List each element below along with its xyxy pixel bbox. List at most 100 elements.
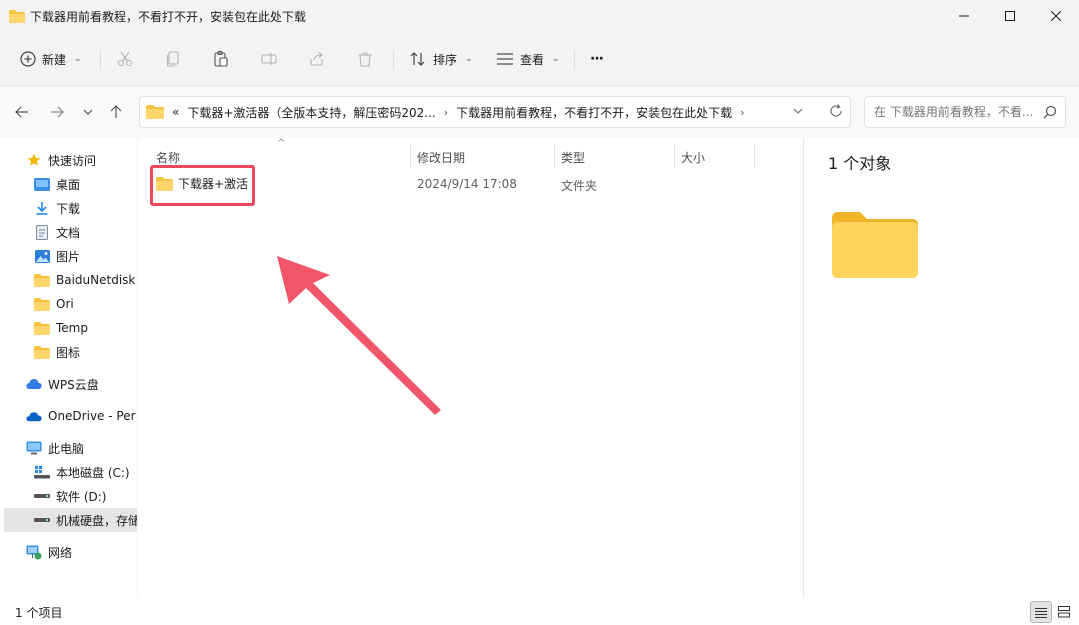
item-count: 1 个项目 xyxy=(15,606,63,620)
document-icon xyxy=(34,224,50,240)
minimize-button[interactable] xyxy=(941,0,987,32)
details-view-button[interactable] xyxy=(1030,601,1052,623)
sidebar-item-label: BaiduNetdisk xyxy=(56,273,136,287)
sidebar-item-temp[interactable]: Temp xyxy=(34,316,137,340)
table-row[interactable]: 下载器+激活 2024/9/14 17:08 文件夹 xyxy=(150,172,790,196)
sidebar-item-drive-c[interactable]: 本地磁盘 (C:) xyxy=(34,460,137,484)
sidebar-item-onedrive[interactable]: OneDrive - Per xyxy=(26,404,137,428)
sidebar-item-hard-disk[interactable]: 机械硬盘，存储 xyxy=(4,508,137,532)
copy-button[interactable] xyxy=(164,44,182,74)
chevron-right-icon[interactable]: › xyxy=(740,106,744,119)
cut-button[interactable] xyxy=(116,44,134,74)
onedrive-icon xyxy=(26,408,42,424)
address-row: « 下载器+激活器（全版本支持，解压密码202... › 下载器用前看教程，不看… xyxy=(0,86,1079,138)
sidebar-item-label: 文档 xyxy=(56,225,81,240)
address-dropdown-button[interactable] xyxy=(793,103,803,122)
desktop-icon xyxy=(34,176,50,192)
more-options-button[interactable]: ··· xyxy=(590,44,604,74)
view-label: 查看 xyxy=(520,52,545,67)
search-box[interactable] xyxy=(864,96,1066,128)
address-bar[interactable]: « 下载器+激活器（全版本支持，解压密码202... › 下载器用前看教程，不看… xyxy=(139,96,851,128)
breadcrumb-item[interactable]: 下载器用前看教程，不看打不开，安装包在此处下载 xyxy=(456,104,732,121)
more-icon: ··· xyxy=(590,51,604,67)
column-divider[interactable] xyxy=(674,144,675,168)
tiles-view-button[interactable] xyxy=(1053,601,1075,623)
folder-icon xyxy=(9,9,25,23)
sort-button[interactable]: 排序 ⌄ xyxy=(409,44,473,74)
folder-icon xyxy=(34,296,50,312)
folder-icon xyxy=(34,344,50,360)
breadcrumb-item[interactable]: 下载器+激活器（全版本支持，解压密码202... xyxy=(187,104,435,121)
drive-c-icon xyxy=(34,464,50,480)
maximize-button[interactable] xyxy=(987,0,1033,32)
paste-button[interactable] xyxy=(212,44,230,74)
sidebar-item-label: 快速访问 xyxy=(48,153,97,168)
sidebar-item-wps-cloud[interactable]: WPS云盘 xyxy=(26,372,137,396)
new-label: 新建 xyxy=(42,52,67,67)
pointer-arrow-annotation xyxy=(277,256,441,415)
column-header-name[interactable]: 名称 xyxy=(156,146,180,168)
rename-button[interactable] xyxy=(260,44,278,74)
rename-icon xyxy=(261,53,277,65)
maximize-icon xyxy=(1005,11,1015,21)
details-view-icon xyxy=(1035,607,1047,618)
back-button[interactable] xyxy=(12,102,32,122)
sidebar-item-desktop[interactable]: 桌面 xyxy=(34,172,137,196)
title-bar: 下载器用前看教程，不看打不开，安装包在此处下载 xyxy=(0,0,1079,32)
breadcrumb: « 下载器+激活器（全版本支持，解压密码202... › 下载器用前看教程，不看… xyxy=(146,104,745,121)
sort-icon xyxy=(410,52,425,66)
minimize-icon xyxy=(959,15,969,17)
selection-count: 1 个对象 xyxy=(828,154,892,173)
sidebar-item-pictures[interactable]: 图片 xyxy=(34,244,137,268)
sidebar-item-label: 图片 xyxy=(56,249,81,264)
sidebar-item-label: OneDrive - Per xyxy=(48,409,136,423)
details-pane: 1 个对象 xyxy=(803,138,1079,598)
column-header-type[interactable]: 类型 xyxy=(561,146,585,168)
sidebar-item-label: 本地磁盘 (C:) xyxy=(56,465,130,480)
sidebar-item-documents[interactable]: 文档 xyxy=(34,220,137,244)
sidebar-item-label: 图标 xyxy=(56,345,81,360)
chevron-down-icon: ⌄ xyxy=(552,54,560,64)
drive-icon xyxy=(34,512,50,528)
column-header-size[interactable]: 大小 xyxy=(681,146,705,168)
sidebar-item-baidunetdisk[interactable]: BaiduNetdisk xyxy=(34,268,137,292)
sidebar-item-icons[interactable]: 图标 xyxy=(34,340,137,364)
sidebar-item-ori[interactable]: Ori xyxy=(34,292,137,316)
sidebar-item-label: WPS云盘 xyxy=(48,377,99,392)
sidebar-item-network[interactable]: 网络 xyxy=(26,540,137,564)
column-divider[interactable] xyxy=(754,144,755,168)
column-header-date[interactable]: 修改日期 xyxy=(417,146,465,168)
refresh-button[interactable] xyxy=(828,103,844,123)
delete-button[interactable] xyxy=(356,44,374,74)
new-button[interactable]: 新建 ⌄ xyxy=(20,44,82,74)
sidebar-item-downloads[interactable]: 下载 xyxy=(34,196,137,220)
search-icon xyxy=(1043,105,1057,122)
file-date: 2024/9/14 17:08 xyxy=(417,177,517,191)
computer-icon xyxy=(26,440,42,456)
sidebar-item-this-pc[interactable]: 此电脑 xyxy=(26,436,137,460)
sidebar-item-label: 此电脑 xyxy=(48,441,85,456)
scissors-icon xyxy=(117,51,133,67)
up-button[interactable] xyxy=(106,102,126,122)
breadcrumb-overflow[interactable]: « xyxy=(172,105,179,119)
sidebar-item-label: Ori xyxy=(56,297,74,311)
sidebar-item-label: Temp xyxy=(56,321,88,335)
search-input[interactable] xyxy=(874,105,1039,119)
sidebar-item-label: 下载 xyxy=(56,201,81,216)
trash-icon xyxy=(358,52,372,67)
sidebar-item-label: 网络 xyxy=(48,545,73,560)
sidebar-item-quick-access[interactable]: 快速访问 xyxy=(26,148,137,172)
sort-label: 排序 xyxy=(433,52,458,67)
drive-icon xyxy=(34,488,50,504)
share-button[interactable] xyxy=(308,44,326,74)
column-divider[interactable] xyxy=(554,144,555,168)
sidebar-item-label: 机械硬盘，存储 xyxy=(56,513,137,528)
status-bar: 1 个项目 xyxy=(0,598,1079,625)
column-divider[interactable] xyxy=(410,144,411,168)
recent-locations-button[interactable] xyxy=(78,102,98,122)
close-button[interactable] xyxy=(1033,0,1079,32)
forward-button[interactable] xyxy=(47,102,67,122)
view-button[interactable]: 查看 ⌄ xyxy=(496,44,560,74)
sidebar-item-drive-d[interactable]: 软件 (D:) xyxy=(34,484,137,508)
file-type: 文件夹 xyxy=(561,179,598,193)
